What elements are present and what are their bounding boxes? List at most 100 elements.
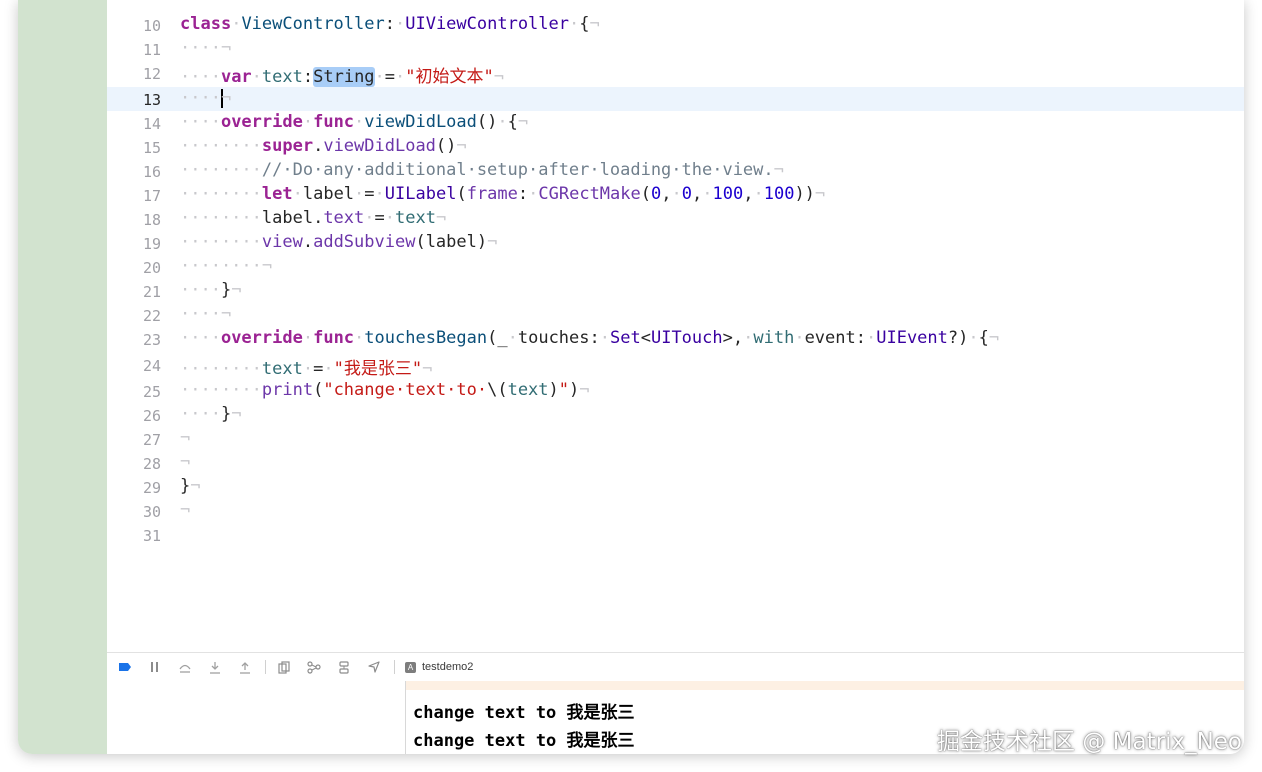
code-token: UIViewController [405,14,569,34]
code-token: text [507,380,549,400]
code-line[interactable]: ········text·=·"我是张三"¬ [180,354,432,379]
line-number: 25 [142,383,161,401]
code-token: 0 [681,184,692,204]
pause-icon[interactable] [143,657,167,677]
line-number: 24 [142,357,161,375]
code-token: : [517,184,529,204]
debug-view-hierarchy-icon[interactable] [272,657,296,677]
whitespace-marker: · [702,184,713,204]
code-line[interactable]: ¬ [180,428,190,448]
code-token: )) [794,184,815,204]
step-out-icon[interactable] [233,657,257,677]
whitespace-marker: ¬ [814,184,826,204]
breakpoint-toggle-icon[interactable] [113,657,137,677]
line-number: 22 [142,307,161,325]
whitespace-marker: ¬ [988,328,1000,348]
whitespace-marker: ···· [180,67,221,87]
whitespace-marker: · [599,328,610,348]
whitespace-marker: · [231,14,242,34]
code-line[interactable]: ····¬ [180,38,231,58]
line-number: 28 [142,455,161,473]
code-line[interactable]: ····override·func·viewDidLoad()·{¬ [180,112,528,132]
code-line[interactable]: ····}¬ [180,404,241,424]
code-token: label [302,184,355,204]
code-token: text [395,208,436,228]
code-token: viewDidLoad [323,136,436,156]
line-number: 31 [142,527,161,545]
code-editor[interactable]: 10 class·ViewController:·UIViewController… [107,0,1244,652]
selected-token: String [313,67,375,87]
code-line[interactable]: ········label.text·=·text¬ [180,208,446,228]
line-number: 11 [142,41,161,59]
code-token: let [261,184,293,204]
code-line[interactable]: ········print("change·text·to·\(text)")¬ [180,380,590,400]
code-token: } [220,280,232,300]
whitespace-marker: · [743,328,754,348]
whitespace-marker: ········ [180,208,262,228]
scheme-label: testdemo2 [422,661,474,673]
whitespace-marker: ···· [180,88,221,108]
code-line[interactable]: ····var·text:String·=·"初始文本"¬ [180,62,504,87]
whitespace-marker: · [865,328,877,348]
line-number: 30 [142,503,161,521]
whitespace-marker: · [968,328,979,348]
code-token: { [507,112,518,132]
whitespace-marker: · [395,67,406,87]
environment-overrides-icon[interactable] [332,657,356,677]
code-token: ( [456,184,467,204]
whitespace-marker: ········ [180,160,262,180]
code-token: " [558,380,570,400]
whitespace-marker: · [354,112,365,132]
code-line[interactable]: ····}¬ [180,280,241,300]
step-into-icon[interactable] [203,657,227,677]
app-icon: A [405,661,416,673]
whitespace-marker: · [292,184,303,204]
code-token: = [313,359,324,379]
code-line[interactable]: ········//·Do·any·additional·setup·after… [180,160,784,180]
xcode-window: 10 class·ViewController:·UIViewController… [18,0,1244,754]
whitespace-marker: · [794,328,805,348]
variables-view[interactable] [107,681,406,754]
line-number: 27 [142,431,161,449]
code-line[interactable]: ····override·func·touchesBegan(_·touches… [180,328,999,348]
code-line[interactable]: ¬ [180,452,190,472]
line-number: 13 [142,91,161,109]
whitespace-marker: ¬ [456,136,467,156]
whitespace-marker: ········ [180,359,262,379]
memory-graph-icon[interactable] [302,657,326,677]
code-line[interactable]: }¬ [180,476,201,496]
whitespace-marker: · [354,184,365,204]
toolbar-separator [265,660,266,674]
whitespace-marker: · [384,208,396,228]
code-line[interactable]: ····¬ [180,304,231,324]
whitespace-marker: ¬ [231,404,242,424]
code-token: ViewController [241,14,385,34]
line-number: 16 [142,163,161,181]
simulate-location-icon[interactable] [362,657,386,677]
code-line[interactable]: ········let·label·=·UILabel(frame:·CGRec… [180,184,825,204]
code-line[interactable]: ¬ [180,500,190,520]
code-token: func [313,112,355,132]
code-token: ( [640,184,651,204]
whitespace-marker: ····¬ [180,304,232,324]
whitespace-marker: ¬ [487,232,498,252]
code-token: "change·text·to· [323,380,488,400]
code-line[interactable]: ········¬ [180,256,272,276]
code-line[interactable]: ········super.viewDidLoad()¬ [180,136,467,156]
whitespace-marker: · [569,14,580,34]
whitespace-marker: · [354,328,365,348]
code-token: (label) [415,232,488,252]
console-line: change text to 我是张三 [413,731,635,751]
scheme-selector[interactable]: A testdemo2 [405,661,473,673]
step-over-icon[interactable] [173,657,197,677]
whitespace-marker: · [302,112,314,132]
code-token: , [661,184,672,204]
whitespace-marker: ¬ [579,380,590,400]
code-token: with [753,328,795,348]
code-line[interactable]: class·ViewController:·UIViewController·{… [180,14,600,34]
code-token: { [978,328,989,348]
code-line[interactable]: ····¬ [180,88,231,108]
whitespace-marker: ···· [180,280,221,300]
code-line[interactable]: ········view.addSubview(label)¬ [180,232,497,252]
code-token: = [384,67,396,87]
